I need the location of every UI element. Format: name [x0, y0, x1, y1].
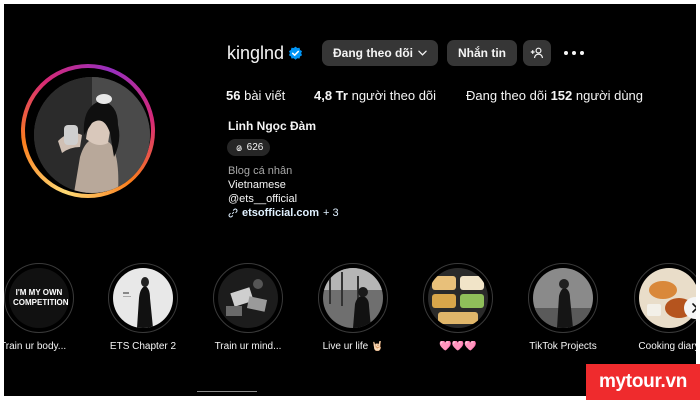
highlight-label: Train ur mind... [214, 341, 282, 352]
highlight-label: ETS Chapter 2 [109, 341, 177, 352]
chevron-right-icon [692, 303, 696, 313]
profile-screen: kinglnd Đang theo dõi Nhắn tin 56 bài vi… [4, 4, 696, 396]
username: kinglnd [227, 43, 285, 63]
highlight-cover [428, 268, 488, 328]
followers-count: 4,8 Tr [314, 88, 348, 103]
highlight-cover-text: I'M MY OWN COMPETITION [13, 288, 69, 307]
posts-stat: 56 bài viết [226, 88, 285, 103]
following-label: người dùng [575, 88, 644, 103]
following-stat[interactable]: Đang theo dõi 152 người dùng [466, 88, 643, 103]
posts-count: 56 [226, 88, 241, 103]
bio-mention[interactable]: @ets__official [228, 193, 297, 205]
highlight-label: Cooking diary [638, 341, 696, 352]
avatar-photo [34, 77, 150, 193]
highlight-cover [113, 268, 173, 328]
following-count: 152 [550, 88, 573, 103]
add-person-icon [530, 47, 544, 59]
highlight-cover [533, 268, 593, 328]
message-button-label: Nhắn tin [458, 46, 506, 60]
followers-label: người theo dõi [351, 88, 437, 103]
story-ring[interactable] [21, 64, 155, 198]
message-button[interactable]: Nhắn tin [447, 40, 517, 66]
avatar[interactable] [34, 77, 150, 193]
following-button[interactable]: Đang theo dõi [322, 40, 438, 66]
highlight-label: Train ur body... [4, 341, 67, 352]
chevron-down-icon [418, 50, 427, 56]
highlight-label: TikTok Projects [529, 341, 597, 352]
profile-link[interactable]: etsofficial.com + 3 [228, 207, 339, 219]
link-icon [228, 208, 238, 218]
followers-stat[interactable]: 4,8 Tr người theo dõi [314, 88, 436, 103]
highlight-label: Live ur life 🤘🏻 [322, 341, 384, 352]
suggest-users-button[interactable] [523, 40, 551, 66]
link-extra: + 3 [323, 207, 339, 219]
full-name: Linh Ngọc Đàm [228, 119, 317, 133]
profile-category: Blog cá nhân [228, 165, 293, 177]
highlight-cover [639, 268, 696, 328]
highlight-label: 🩷🩷🩷 [439, 341, 477, 352]
tab-indicator [197, 391, 257, 392]
threads-badge[interactable]: 626 [227, 139, 270, 156]
highlight-cover [323, 268, 383, 328]
threads-count: 626 [246, 142, 264, 153]
highlight-cover: I'M MY OWN COMPETITION [9, 268, 69, 328]
more-options-icon[interactable] [563, 46, 585, 60]
watermark: mytour.vn [586, 364, 700, 400]
following-button-label: Đang theo dõi [333, 46, 413, 60]
following-prefix: Đang theo dõi [466, 88, 547, 103]
posts-label: bài viết [244, 88, 286, 103]
highlight-cover [218, 268, 278, 328]
bio-line: Vietnamese [228, 179, 286, 191]
link-url: etsofficial.com [242, 207, 320, 219]
verified-badge-icon [288, 46, 303, 60]
threads-icon [236, 144, 242, 151]
